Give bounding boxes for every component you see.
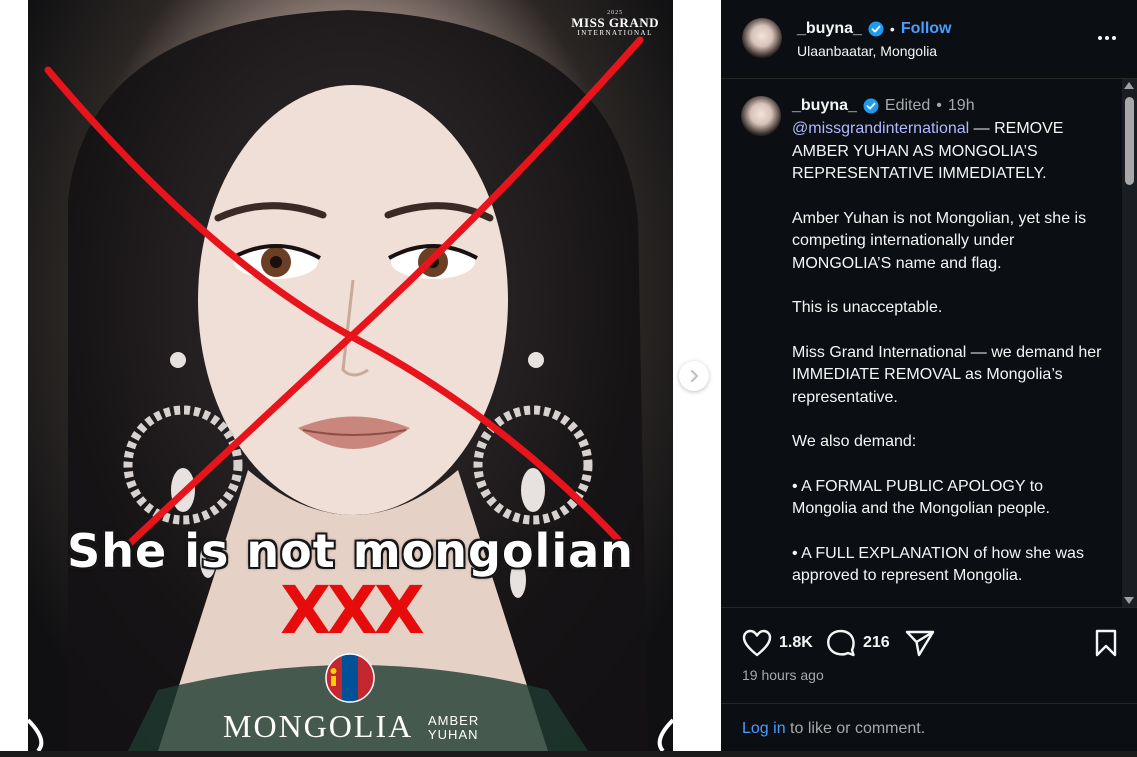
edited-label: Edited bbox=[884, 97, 931, 114]
posted-time[interactable]: 19 hours ago bbox=[742, 667, 824, 683]
contestant-name: AMBER YUHAN bbox=[428, 714, 479, 742]
caption-area: _buyna_ Edited • 19h @missgrandinternati… bbox=[721, 79, 1137, 607]
brand-sub: INTERNATIONAL bbox=[577, 29, 653, 37]
comment-bubble-icon[interactable] bbox=[826, 628, 856, 658]
mention-link[interactable]: @missgrandinternational bbox=[792, 120, 969, 137]
mongolia-flag-icon bbox=[325, 653, 375, 703]
post-image[interactable]: 2025 MISS GRAND INTERNATIONAL She is not… bbox=[28, 0, 673, 751]
more-options-button[interactable] bbox=[1095, 28, 1119, 48]
caption-text: @missgrandinternational — REMOVE AMBER Y… bbox=[792, 118, 1110, 607]
scroll-up-arrow[interactable] bbox=[1124, 82, 1134, 89]
separator-dot: • bbox=[889, 21, 895, 37]
bookmark-icon[interactable] bbox=[1094, 629, 1118, 657]
verified-badge-icon bbox=[868, 21, 884, 37]
more-options-icon-dot bbox=[1105, 36, 1109, 40]
actions-bar: 1.8K 216 19 hours ago bbox=[721, 607, 1137, 704]
heart-icon[interactable] bbox=[742, 629, 772, 657]
like-count[interactable]: 1.8K bbox=[779, 634, 813, 652]
caption-scrollbar[interactable] bbox=[1122, 79, 1137, 607]
country-name: MONGOLIA bbox=[223, 708, 414, 744]
caption-username[interactable]: _buyna_ bbox=[792, 97, 857, 115]
caption-paragraph: This is unacceptable. bbox=[792, 299, 943, 316]
location-link[interactable]: Ulaanbaatar, Mongolia bbox=[797, 43, 937, 59]
post-header: _buyna_ • Follow Ulaanbaatar, Mongolia bbox=[721, 0, 1137, 79]
more-options-icon-dot bbox=[1098, 36, 1102, 40]
scroll-down-arrow[interactable] bbox=[1124, 597, 1134, 604]
more-options-icon-dot bbox=[1112, 36, 1116, 40]
caption-time[interactable]: 19h bbox=[948, 97, 975, 115]
media-column: 2025 MISS GRAND INTERNATIONAL She is not… bbox=[0, 0, 721, 751]
login-link[interactable]: Log in bbox=[742, 720, 786, 737]
brand-year: 2025 bbox=[607, 10, 624, 16]
header-meta: _buyna_ • Follow bbox=[797, 20, 951, 38]
caption-meta: _buyna_ Edited • 19h bbox=[792, 97, 975, 115]
scroll-thumb[interactable] bbox=[1125, 97, 1134, 185]
post-info-panel: _buyna_ • Follow Ulaanbaatar, Mongolia _… bbox=[721, 0, 1137, 751]
verified-badge-icon bbox=[863, 98, 879, 114]
comment-count[interactable]: 216 bbox=[863, 634, 890, 652]
chevron-right-icon bbox=[691, 370, 698, 382]
caption-paragraph: Miss Grand International — we demand her… bbox=[792, 343, 1102, 406]
brand-name: MISS GRAND bbox=[571, 15, 659, 30]
caption-paragraph: @missgrandinternational — REMOVE AMBER Y… bbox=[792, 118, 1110, 186]
overlay-caption: She is not mongolian bbox=[67, 524, 634, 578]
miss-grand-logo: 2025 MISS GRAND INTERNATIONAL bbox=[571, 10, 659, 37]
avatar[interactable] bbox=[742, 18, 782, 58]
window-bottom-edge bbox=[0, 751, 1137, 757]
login-prompt-text: to like or comment. bbox=[785, 720, 926, 737]
contestant-last-name: YUHAN bbox=[428, 727, 479, 742]
red-x-marks: XXX bbox=[280, 572, 425, 649]
login-area: Log in to like or comment. bbox=[721, 703, 1137, 752]
caption-paragraph: • A FULL EXPLANATION of how she was appr… bbox=[792, 544, 1084, 585]
login-prompt: Log in to like or comment. bbox=[742, 720, 925, 738]
follow-button[interactable]: Follow bbox=[901, 20, 952, 38]
caption-avatar[interactable] bbox=[741, 96, 781, 136]
caption-paragraph: • A FORMAL PUBLIC APOLOGY to Mongolia an… bbox=[792, 477, 1050, 518]
caption-paragraph: Amber Yuhan is not Mongolian, yet she is… bbox=[792, 209, 1087, 272]
header-username[interactable]: _buyna_ bbox=[797, 20, 862, 38]
send-icon[interactable] bbox=[905, 629, 935, 657]
contestant-first-name: AMBER bbox=[428, 713, 480, 728]
caption-paragraph: We also demand: bbox=[792, 433, 917, 450]
next-image-button[interactable] bbox=[679, 361, 709, 391]
separator-dot: • bbox=[936, 97, 942, 114]
